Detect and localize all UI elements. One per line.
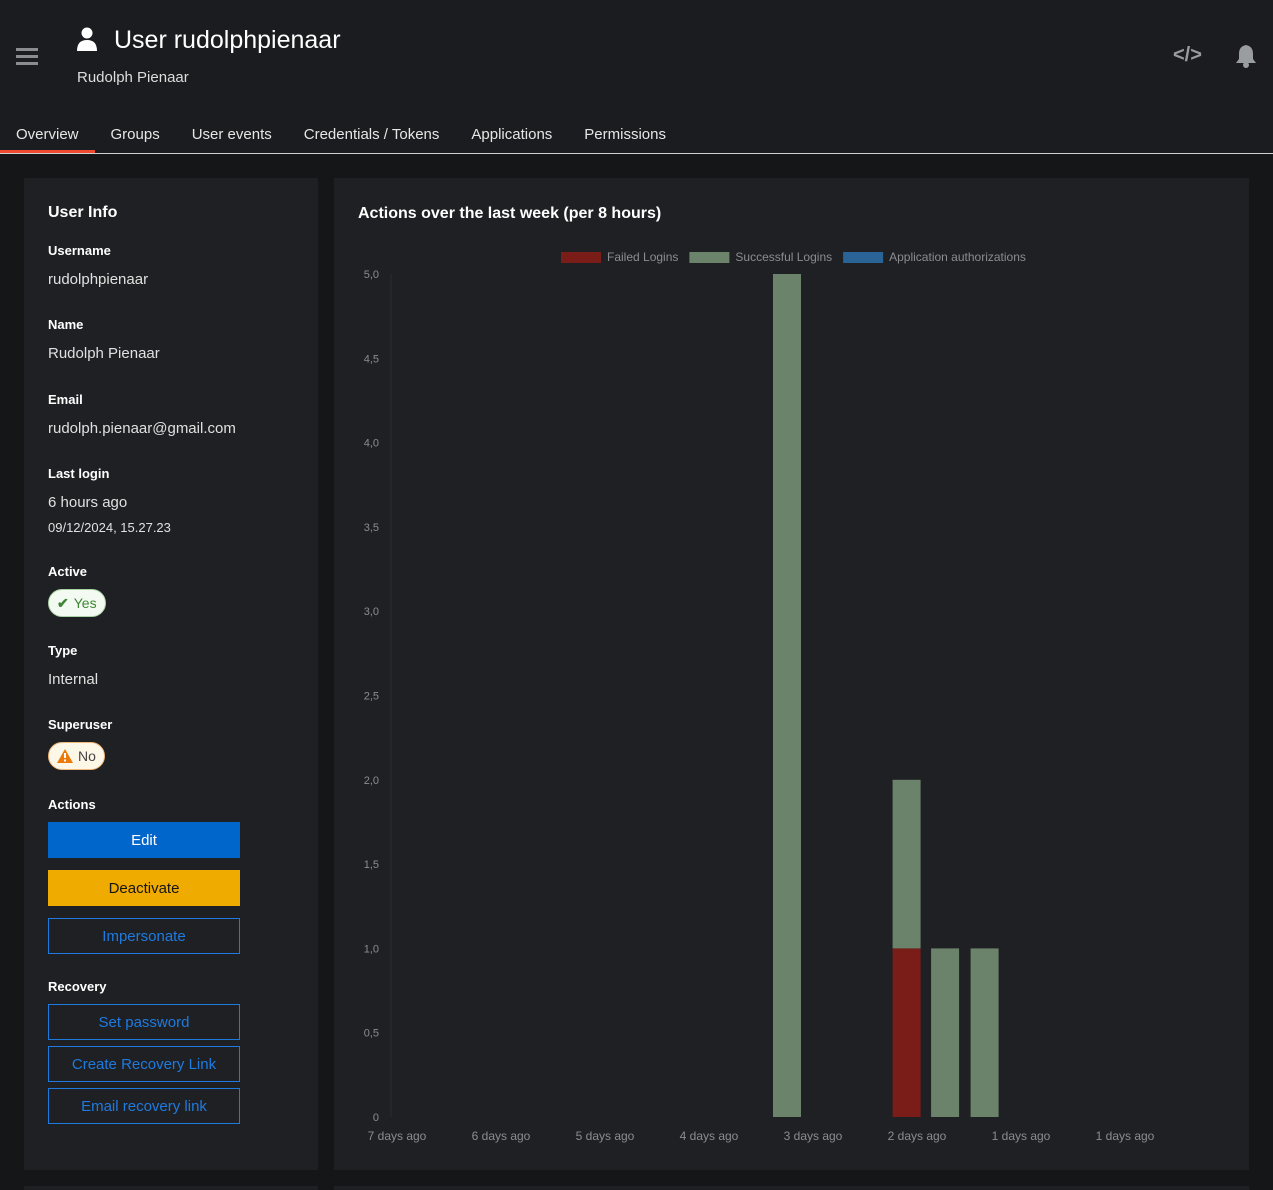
- tab-groups[interactable]: Groups: [95, 118, 176, 153]
- successful-logins-bar: [931, 948, 960, 1117]
- username-label: Username: [48, 243, 111, 258]
- username-value: rudolphpienaar: [48, 271, 149, 288]
- page-subtitle: Rudolph Pienaar: [77, 69, 189, 86]
- x-tick-label: 2 days ago: [888, 1129, 947, 1143]
- tab-permissions[interactable]: Permissions: [568, 118, 682, 153]
- y-tick-label: 0: [373, 1112, 379, 1124]
- legend-label: Application authorizations: [889, 250, 1026, 264]
- name-label: Name: [48, 317, 84, 332]
- successful-logins-bar: [970, 948, 999, 1117]
- x-tick-label: 6 days ago: [472, 1129, 531, 1143]
- email-recovery-link-button[interactable]: Email recovery link: [48, 1088, 240, 1124]
- tab-bar: Overview Groups User events Credentials …: [0, 118, 1273, 154]
- y-tick-label: 4,0: [364, 438, 379, 450]
- x-tick-label: 7 days ago: [368, 1129, 427, 1143]
- last-login-label: Last login: [48, 466, 110, 481]
- tab-applications[interactable]: Applications: [455, 118, 568, 153]
- page-title: User rudolphpienaar: [114, 26, 341, 54]
- active-badge: ✔ Yes: [48, 589, 106, 617]
- y-tick-label: 2,5: [364, 691, 379, 703]
- user-info-title: User Info: [48, 204, 118, 221]
- y-tick-label: 4,5: [364, 353, 379, 365]
- x-tick-label: 1 days ago: [992, 1129, 1051, 1143]
- legend-label: Failed Logins: [607, 250, 678, 264]
- x-tick-label: 5 days ago: [576, 1129, 635, 1143]
- edit-button[interactable]: Edit: [48, 822, 240, 858]
- tab-credentials-tokens[interactable]: Credentials / Tokens: [288, 118, 456, 153]
- recovery-label: Recovery: [48, 979, 107, 994]
- x-tick-label: 4 days ago: [680, 1129, 739, 1143]
- y-tick-label: 3,0: [364, 606, 379, 618]
- y-tick-label: 1,0: [364, 943, 379, 955]
- tab-user-events[interactable]: User events: [176, 118, 288, 153]
- impersonate-button[interactable]: Impersonate: [48, 918, 240, 954]
- email-label: Email: [48, 392, 83, 407]
- active-label: Active: [48, 564, 88, 579]
- user-info-card: User Info Username rudolphpienaar Name R…: [24, 178, 318, 1170]
- user-icon: [77, 27, 97, 51]
- y-tick-label: 2,0: [364, 775, 379, 787]
- name-value: Rudolph Pienaar: [48, 345, 160, 362]
- check-icon: ✔: [57, 594, 69, 611]
- failed-logins-bar: [892, 948, 921, 1117]
- y-tick-label: 1,5: [364, 859, 379, 871]
- superuser-label: Superuser: [48, 717, 113, 732]
- page-header: User rudolphpienaar Rudolph Pienaar </> …: [0, 0, 1273, 154]
- code-icon[interactable]: </>: [1173, 44, 1202, 67]
- next-card-edge: [24, 1186, 318, 1190]
- last-login-date: 09/12/2024, 15.27.23: [48, 520, 171, 535]
- email-value: rudolph.pienaar@gmail.com: [48, 420, 236, 437]
- y-tick-label: 3,5: [364, 522, 379, 534]
- next-card-edge: [334, 1186, 1249, 1190]
- warning-icon: [57, 749, 73, 763]
- tab-overview[interactable]: Overview: [0, 118, 95, 153]
- type-value: Internal: [48, 671, 99, 688]
- x-tick-label: 3 days ago: [784, 1129, 843, 1143]
- legend-label: Successful Logins: [735, 250, 832, 264]
- x-tick-label: 1 days ago: [1096, 1129, 1155, 1143]
- superuser-value: No: [78, 748, 96, 764]
- successful-logins-bar: [892, 779, 921, 949]
- y-tick-label: 0,5: [364, 1028, 379, 1040]
- type-label: Type: [48, 643, 78, 658]
- legend-swatch: [843, 252, 884, 263]
- legend-swatch: [689, 252, 730, 263]
- active-value: Yes: [73, 595, 97, 611]
- successful-logins-bar: [773, 274, 801, 1117]
- create-recovery-link-button[interactable]: Create Recovery Link: [48, 1046, 240, 1082]
- actions-label: Actions: [48, 797, 96, 812]
- superuser-badge: No: [48, 742, 105, 770]
- bell-icon[interactable]: [1235, 44, 1257, 68]
- y-tick-label: 5,0: [364, 269, 379, 281]
- actions-chart: Failed Logins Successful Logins Applicatio…: [364, 250, 1155, 1143]
- deactivate-button[interactable]: Deactivate: [48, 870, 240, 906]
- legend-swatch: [561, 252, 601, 263]
- menu-icon[interactable]: [16, 48, 38, 66]
- set-password-button[interactable]: Set password: [48, 1004, 240, 1040]
- last-login-relative: 6 hours ago: [48, 494, 128, 511]
- actions-chart-card: Actions over the last week (per 8 hours)…: [334, 178, 1249, 1170]
